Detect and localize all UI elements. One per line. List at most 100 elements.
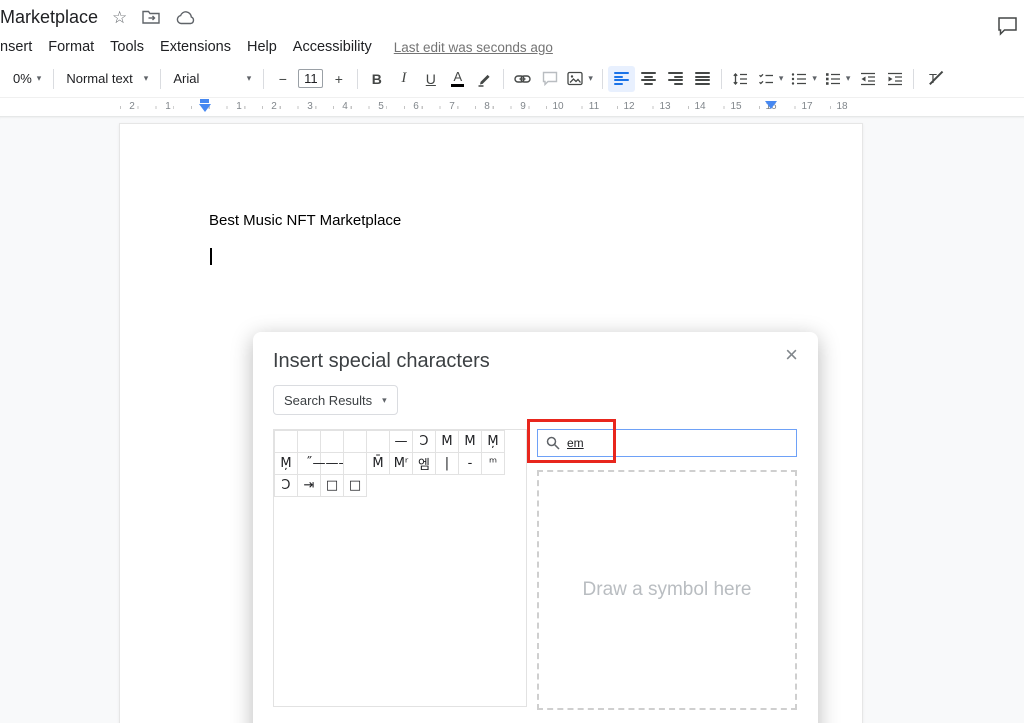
star-icon[interactable]: ☆ [112,9,127,26]
ruler-number: 8 [482,101,492,112]
character-cell[interactable] [343,430,367,453]
bold-button[interactable]: B [363,66,390,92]
image-icon [567,71,583,86]
character-cell[interactable]: Ɔ [274,474,298,497]
chevron-down-icon: ▾ [588,73,593,84]
character-cell[interactable]: M [435,430,459,453]
underline-button[interactable]: U [417,66,444,92]
first-line-indent-marker[interactable] [200,99,209,103]
character-cell[interactable]: — [389,430,413,453]
paragraph-style-select[interactable]: Normal text ▾ [59,66,155,92]
move-folder-icon[interactable] [141,8,161,26]
right-indent-marker[interactable] [765,101,777,109]
cloud-status-icon[interactable] [175,9,197,26]
ruler-number: 11 [587,101,601,112]
search-icon [546,436,560,450]
character-cell[interactable]: ⇥ [297,474,321,497]
character-cell[interactable] [343,452,367,475]
increase-indent-button[interactable] [881,66,908,92]
character-cell[interactable]: ——— [320,452,344,475]
close-icon[interactable]: × [781,340,802,370]
open-comments-icon[interactable] [997,16,1018,36]
decrease-font-size-button[interactable]: − [269,66,296,92]
ruler-number: 3 [305,101,315,112]
character-row: Ɔ ⇥ □ □ [274,474,526,497]
ruler[interactable]: 2 1 1 2 3 4 5 6 7 8 9 10 11 12 13 14 15 … [0,98,1024,116]
character-cell[interactable]: | [435,452,459,475]
character-cell[interactable]: ᵐ [481,452,505,475]
align-center-icon [641,72,656,85]
menu-format[interactable]: Format [40,37,102,57]
align-right-icon [668,72,683,85]
text-color-button[interactable]: A [444,66,471,92]
align-center-button[interactable] [635,66,662,92]
document-heading-text: Best Music NFT Marketplace [209,212,401,229]
character-cell[interactable] [297,430,321,453]
character-row: — Ɔ M M M̦ [274,430,526,453]
character-cell[interactable] [320,430,344,453]
menu-extensions[interactable]: Extensions [152,37,239,57]
last-edit-link[interactable]: Last edit was seconds ago [394,40,553,55]
font-size-input[interactable]: 11 [298,69,323,88]
menu-accessibility[interactable]: Accessibility [285,37,380,57]
character-search-input[interactable]: em [537,429,797,457]
insert-link-button[interactable] [509,66,536,92]
add-comment-button[interactable] [536,66,563,92]
chevron-down-icon: ▾ [846,73,851,84]
text-cursor [210,248,212,265]
clear-formatting-button[interactable]: T [919,66,946,92]
search-value: em [567,436,584,450]
separator [913,69,914,89]
font-select[interactable]: Arial ▾ [166,66,258,92]
ruler-number: 15 [728,101,743,112]
numbered-list-button[interactable]: ▾ [821,66,855,92]
separator [160,69,161,89]
checklist-button[interactable]: ▾ [754,66,788,92]
decrease-indent-button[interactable] [854,66,881,92]
separator [263,69,264,89]
character-cell[interactable] [366,430,390,453]
insert-image-button[interactable]: ▾ [563,66,597,92]
character-cell[interactable]: □ [343,474,367,497]
menu-help[interactable]: Help [239,37,285,57]
align-left-icon [614,72,629,85]
highlight-color-button[interactable] [471,66,498,92]
chevron-down-icon: ▾ [37,73,42,84]
character-cell[interactable]: - [458,452,482,475]
character-cell[interactable]: M [458,430,482,453]
justify-button[interactable] [689,66,716,92]
menu-insert[interactable]: nsert [0,37,40,57]
menu-tools[interactable]: Tools [102,37,152,57]
document-title[interactable]: Marketplace [0,7,98,28]
left-indent-marker[interactable] [199,104,211,112]
numbered-list-icon [825,72,841,86]
character-cell[interactable]: □ [320,474,344,497]
ruler-number: 5 [376,101,386,112]
character-cell[interactable]: M̦ [481,430,505,453]
highlighter-icon [477,71,493,87]
align-left-button[interactable] [608,66,635,92]
category-dropdown[interactable]: Search Results ▾ [273,385,398,415]
bulleted-list-button[interactable]: ▾ [787,66,821,92]
justify-icon [695,72,710,85]
character-cell[interactable]: 엠 [412,452,436,475]
checklist-icon [758,72,774,86]
character-cell[interactable]: Mʳ [389,452,413,475]
draw-symbol-area[interactable]: Draw a symbol here [537,470,797,710]
document-canvas: Best Music NFT Marketplace Insert specia… [0,116,1024,723]
character-cell[interactable] [274,430,298,453]
increase-indent-icon [887,72,903,86]
character-cell[interactable]: M̄ [366,452,390,475]
line-spacing-button[interactable] [727,66,754,92]
paragraph-style-value: Normal text [66,71,132,86]
zoom-select[interactable]: 0% ▾ [6,66,48,92]
character-cell[interactable]: M̦ [274,452,298,475]
increase-font-size-button[interactable]: + [325,66,352,92]
document-titlebar: Marketplace ☆ [0,0,1024,34]
align-right-button[interactable] [662,66,689,92]
bulleted-list-icon [791,72,807,86]
character-cell[interactable]: Ɔ [412,430,436,453]
italic-button[interactable]: I [390,66,417,92]
zoom-value: 0% [13,71,32,86]
ruler-number: 13 [657,101,672,112]
